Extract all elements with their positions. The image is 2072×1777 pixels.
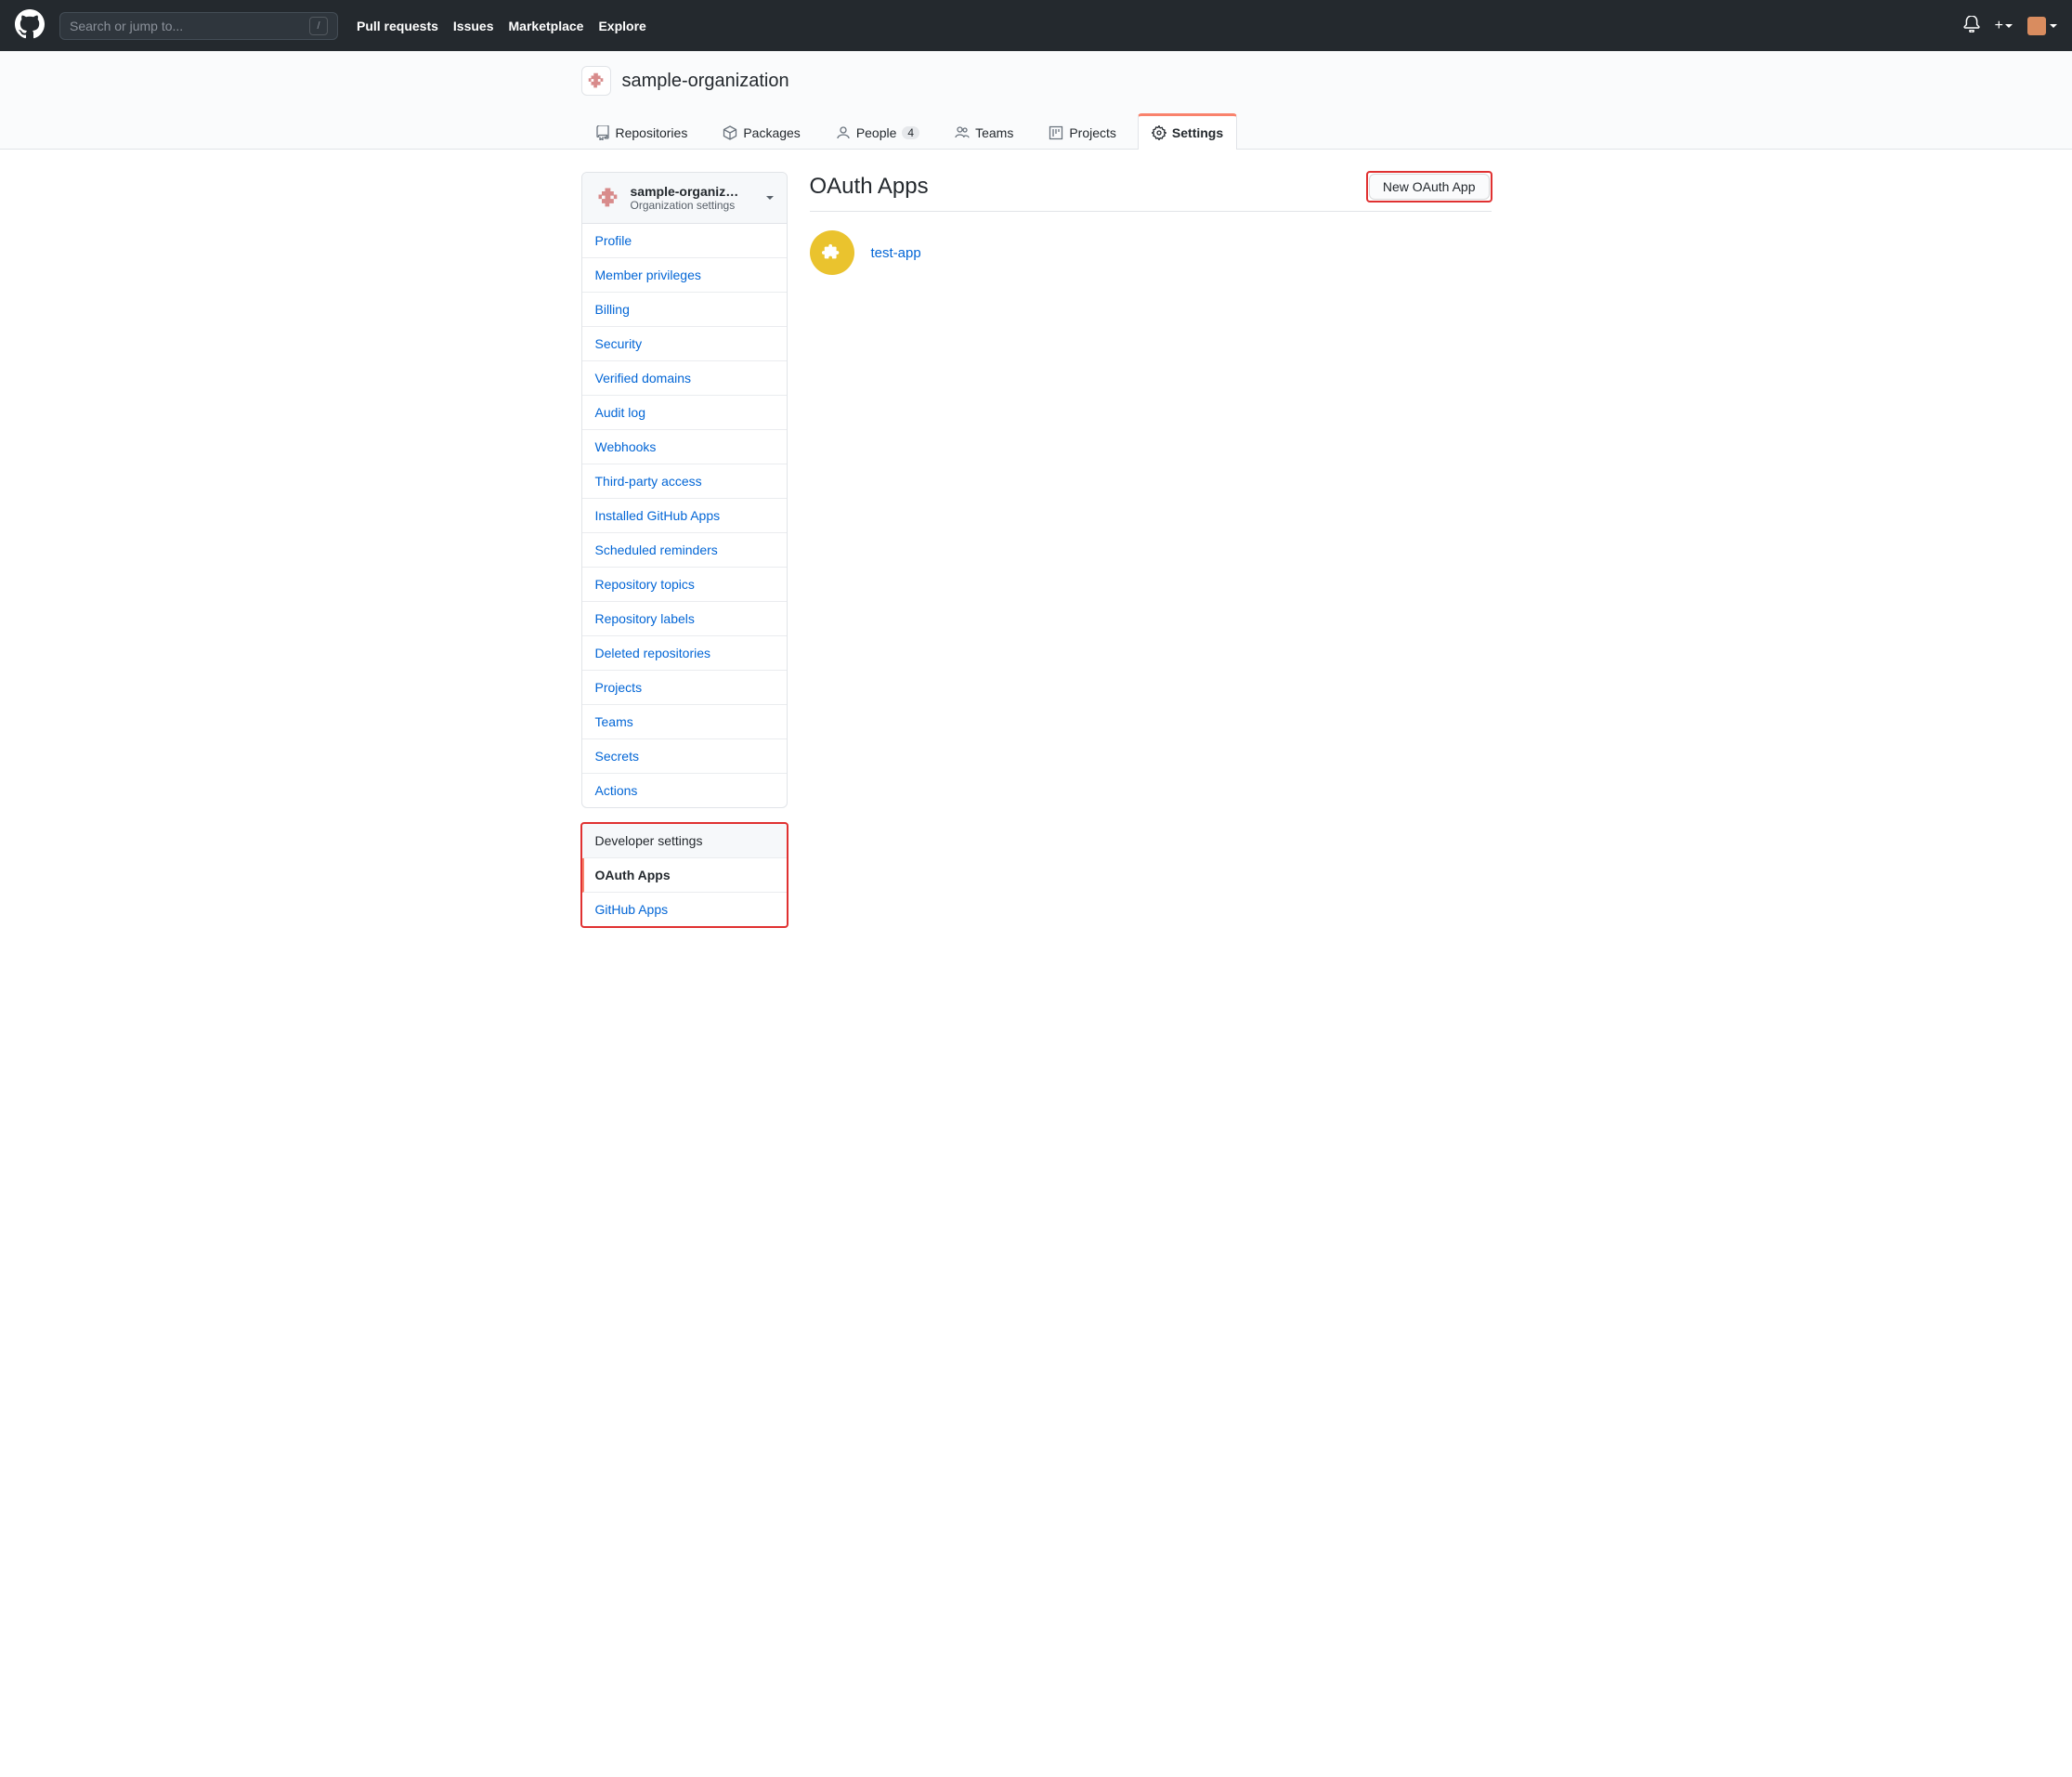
nav-explore[interactable]: Explore (598, 19, 645, 33)
sidebar-item-verified-domains[interactable]: Verified domains (582, 361, 787, 396)
plus-icon: + (1995, 18, 2003, 34)
slash-key-icon: / (309, 17, 328, 35)
page-title: OAuth Apps (810, 174, 1367, 200)
org-settings-menu: sample-organizat... Organization setting… (581, 172, 788, 808)
repo-icon (595, 125, 610, 140)
caret-down-icon (2005, 24, 2013, 28)
org-avatar-icon (586, 71, 606, 91)
sidebar-item-oauth-apps[interactable]: OAuth Apps (582, 858, 787, 893)
oauth-app-row: test-app (810, 230, 1492, 275)
nav-issues[interactable]: Issues (453, 19, 494, 33)
nav-marketplace[interactable]: Marketplace (509, 19, 584, 33)
package-icon (723, 125, 737, 140)
sidebar-item-repository-labels[interactable]: Repository labels (582, 602, 787, 636)
oauth-app-link[interactable]: test-app (871, 245, 921, 261)
sidebar-item-billing[interactable]: Billing (582, 293, 787, 327)
project-icon (1049, 125, 1063, 140)
bell-icon (1963, 16, 1980, 33)
tab-label: Teams (975, 125, 1013, 140)
main-content: OAuth Apps New OAuth App test-app (810, 172, 1492, 942)
org-avatar-icon (595, 185, 621, 211)
tab-label: Repositories (616, 125, 688, 140)
sidebar-item-actions[interactable]: Actions (582, 774, 787, 807)
new-oauth-app-button[interactable]: New OAuth App (1369, 174, 1490, 200)
sidebar-item-github-apps[interactable]: GitHub Apps (582, 893, 787, 926)
org-avatar[interactable] (581, 66, 611, 96)
primary-nav: Pull requests Issues Marketplace Explore (357, 19, 646, 33)
tab-projects[interactable]: Projects (1035, 113, 1130, 150)
app-icon[interactable] (810, 230, 854, 275)
sidebar-item-repository-topics[interactable]: Repository topics (582, 568, 787, 602)
caret-down-icon (766, 196, 774, 200)
puzzle-icon (822, 242, 842, 263)
sidebar-item-security[interactable]: Security (582, 327, 787, 361)
sidebar-item-secrets[interactable]: Secrets (582, 739, 787, 774)
sidebar-item-scheduled-reminders[interactable]: Scheduled reminders (582, 533, 787, 568)
tab-teams[interactable]: Teams (941, 113, 1027, 150)
sidebar-item-third-party-access[interactable]: Third-party access (582, 464, 787, 499)
github-logo[interactable] (15, 9, 45, 42)
sidebar-item-audit-log[interactable]: Audit log (582, 396, 787, 430)
sidebar-item-teams[interactable]: Teams (582, 705, 787, 739)
dev-settings-heading: Developer settings (582, 824, 787, 858)
sidebar-item-profile[interactable]: Profile (582, 224, 787, 258)
tab-people[interactable]: People 4 (822, 113, 933, 150)
notifications-button[interactable] (1963, 16, 1980, 35)
gear-icon (1152, 125, 1166, 140)
switcher-sub: Organization settings (631, 199, 742, 212)
tab-repositories[interactable]: Repositories (581, 113, 702, 150)
settings-sidebar: sample-organizat... Organization setting… (581, 172, 788, 942)
people-count: 4 (902, 126, 919, 139)
search-box[interactable]: / (59, 12, 338, 40)
search-input[interactable] (70, 19, 309, 33)
tab-packages[interactable]: Packages (709, 113, 814, 150)
org-switcher[interactable]: sample-organizat... Organization setting… (582, 173, 787, 224)
sidebar-item-installed-github-apps[interactable]: Installed GitHub Apps (582, 499, 787, 533)
sidebar-item-projects[interactable]: Projects (582, 671, 787, 705)
org-name: sample-organization (622, 71, 789, 92)
tab-label: People (856, 125, 897, 140)
sidebar-item-member-privileges[interactable]: Member privileges (582, 258, 787, 293)
caret-down-icon (2050, 24, 2057, 28)
global-header: / Pull requests Issues Marketplace Explo… (0, 0, 2072, 51)
sidebar-item-deleted-repositories[interactable]: Deleted repositories (582, 636, 787, 671)
tab-label: Projects (1069, 125, 1116, 140)
tab-label: Packages (743, 125, 800, 140)
person-icon (836, 125, 851, 140)
people-icon (955, 125, 970, 140)
create-new-button[interactable]: + (1995, 18, 2013, 34)
developer-settings-menu: Developer settings OAuth Apps GitHub App… (581, 823, 788, 927)
tab-label: Settings (1172, 125, 1223, 140)
org-header: sample-organization Repositories Package… (0, 51, 2072, 150)
github-mark-icon (15, 9, 45, 39)
user-menu[interactable] (2027, 17, 2057, 35)
nav-pull-requests[interactable]: Pull requests (357, 19, 438, 33)
tab-settings[interactable]: Settings (1138, 113, 1237, 150)
user-avatar-icon (2027, 17, 2046, 35)
org-tabs: Repositories Packages People 4 Teams Pro… (567, 112, 1506, 149)
switcher-org-name: sample-organizat... (631, 184, 742, 199)
sidebar-item-webhooks[interactable]: Webhooks (582, 430, 787, 464)
